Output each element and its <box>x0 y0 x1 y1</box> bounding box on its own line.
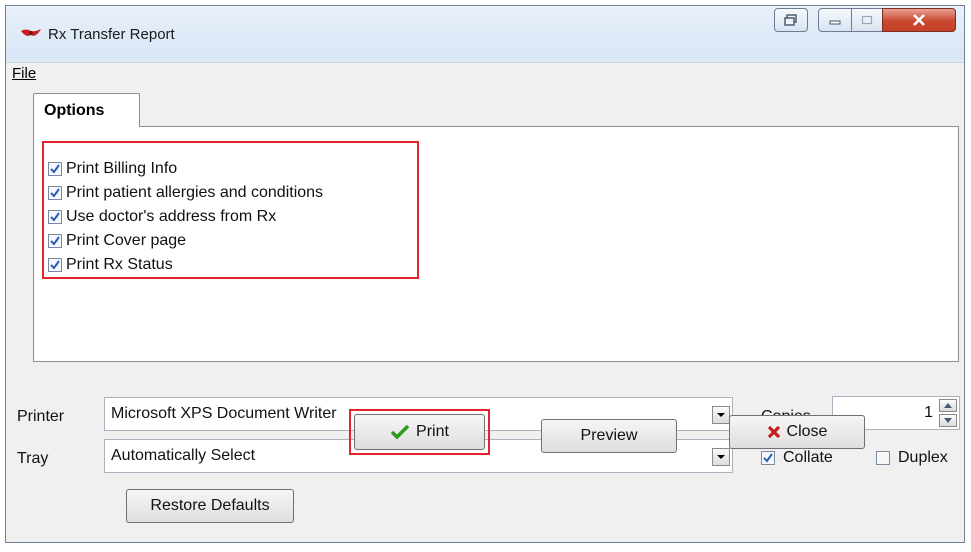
maximize-button[interactable] <box>851 8 883 32</box>
checkmark-icon <box>390 424 410 440</box>
checkbox-unchecked-icon[interactable] <box>876 451 890 465</box>
window-close-button[interactable] <box>882 8 956 32</box>
option-label: Print Cover page <box>66 232 187 249</box>
checkbox-checked-icon[interactable] <box>48 210 62 224</box>
option-label: Print Billing Info <box>66 160 178 177</box>
option-print-cover-page[interactable]: Print Cover page <box>48 231 186 251</box>
option-print-patient-allergies[interactable]: Print patient allergies and conditions <box>48 183 323 203</box>
minimize-button[interactable] <box>818 8 852 32</box>
option-label: Print patient allergies and conditions <box>66 184 324 201</box>
duplex-checkbox[interactable]: Duplex <box>876 449 948 467</box>
copies-value: 1 <box>924 404 933 421</box>
close-label: Close <box>786 423 828 440</box>
collate-checkbox[interactable]: Collate <box>761 449 833 467</box>
close-button[interactable]: Close <box>729 415 865 449</box>
tab-options-label: Options <box>44 102 105 119</box>
printer-label: Printer <box>17 408 65 425</box>
client-area: Options Print Billing Info Print patient… <box>6 84 964 542</box>
checkbox-checked-icon[interactable] <box>761 451 775 465</box>
app-logo-icon <box>21 29 41 36</box>
menu-file[interactable]: File <box>12 65 36 82</box>
print-label: Print <box>416 423 449 440</box>
tray-value: Automatically Select <box>111 447 256 464</box>
restore-defaults-label: Restore Defaults <box>150 497 270 514</box>
title-bar[interactable]: Rx Transfer Report <box>6 6 964 59</box>
dropdown-arrow-icon[interactable] <box>712 448 730 466</box>
restore-icon <box>784 14 797 26</box>
tray-label: Tray <box>17 450 49 467</box>
preview-label: Preview <box>580 427 638 444</box>
close-icon <box>913 14 925 26</box>
preview-button[interactable]: Preview <box>541 419 677 453</box>
collate-label: Collate <box>783 449 833 466</box>
maximize-icon <box>861 15 873 25</box>
window-title: Rx Transfer Report <box>48 26 175 43</box>
checkbox-checked-icon[interactable] <box>48 258 62 272</box>
option-label: Print Rx Status <box>66 256 173 273</box>
restore-window-button[interactable] <box>774 8 808 32</box>
options-panel: Print Billing Info Print patient allergi… <box>33 126 959 362</box>
option-label: Use doctor's address from Rx <box>66 208 277 225</box>
checkbox-checked-icon[interactable] <box>48 186 62 200</box>
option-use-doctor-address[interactable]: Use doctor's address from Rx <box>48 207 276 227</box>
restore-defaults-button[interactable]: Restore Defaults <box>126 489 294 523</box>
checkbox-checked-icon[interactable] <box>48 234 62 248</box>
tab-options[interactable]: Options <box>33 93 140 127</box>
checkbox-checked-icon[interactable] <box>48 162 62 176</box>
duplex-label: Duplex <box>898 449 948 466</box>
dropdown-arrow-icon[interactable] <box>712 406 730 424</box>
rx-transfer-report-window: Rx Transfer Report File Options Print Bi… <box>5 5 965 543</box>
menu-bar: File <box>6 62 964 85</box>
red-x-icon <box>767 425 781 439</box>
option-print-rx-status[interactable]: Print Rx Status <box>48 255 173 275</box>
spin-up-icon[interactable] <box>939 399 957 412</box>
option-print-billing-info[interactable]: Print Billing Info <box>48 159 177 179</box>
printer-value: Microsoft XPS Document Writer <box>111 405 337 422</box>
minimize-icon <box>829 20 841 25</box>
spin-down-icon[interactable] <box>939 414 957 427</box>
print-button[interactable]: Print <box>354 414 485 450</box>
